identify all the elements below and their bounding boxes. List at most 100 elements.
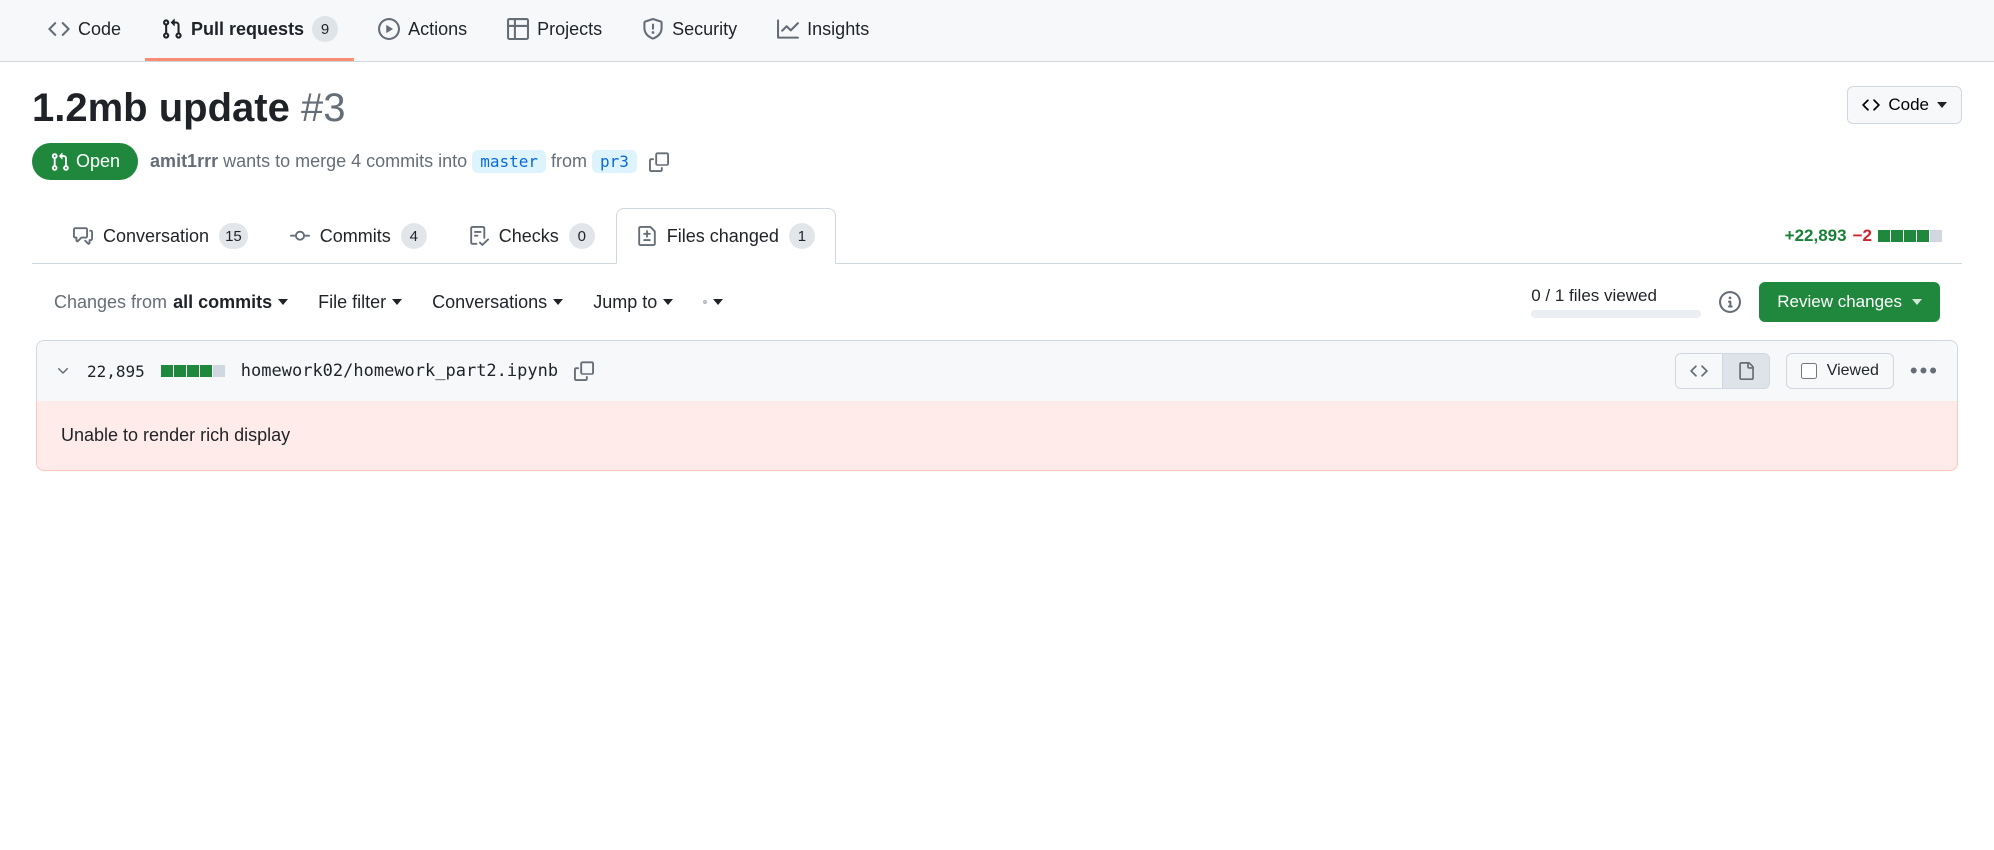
files-viewed-progress bbox=[1531, 310, 1701, 318]
graph-icon bbox=[777, 18, 799, 40]
tab-commits-label: Commits bbox=[320, 226, 391, 247]
nav-security[interactable]: Security bbox=[626, 0, 753, 61]
play-icon bbox=[378, 18, 400, 40]
commit-icon bbox=[290, 226, 310, 246]
nav-projects[interactable]: Projects bbox=[491, 0, 618, 61]
checks-count: 0 bbox=[569, 223, 595, 249]
comment-icon bbox=[73, 226, 93, 246]
tab-files-label: Files changed bbox=[667, 226, 779, 247]
commits-count: 4 bbox=[401, 223, 427, 249]
changes-from-label: Changes from bbox=[54, 292, 167, 313]
nav-actions-label: Actions bbox=[408, 19, 467, 40]
copy-path-icon[interactable] bbox=[574, 361, 594, 381]
diff-settings-button[interactable] bbox=[703, 292, 723, 312]
state-label: Open bbox=[76, 151, 120, 172]
error-text: Unable to render rich display bbox=[61, 425, 290, 445]
caret-down-icon bbox=[1937, 102, 1947, 108]
merge-text: amit1rrr wants to merge 4 commits into m… bbox=[150, 151, 637, 172]
caret-down-icon bbox=[392, 299, 402, 305]
diff-deletions: −2 bbox=[1853, 226, 1872, 246]
pr-header: 1.2mb update #3 Code bbox=[32, 86, 1962, 143]
caret-down-icon bbox=[278, 299, 288, 305]
diff-squares bbox=[1878, 230, 1942, 242]
changes-from-filter[interactable]: Changes from all commits bbox=[54, 292, 288, 313]
nav-code[interactable]: Code bbox=[32, 0, 137, 61]
kebab-icon[interactable]: ••• bbox=[1910, 358, 1939, 384]
conversation-count: 15 bbox=[219, 223, 248, 249]
nav-insights-label: Insights bbox=[807, 19, 869, 40]
code-icon bbox=[1862, 96, 1880, 114]
tab-files[interactable]: Files changed 1 bbox=[616, 208, 836, 264]
file-diff-squares bbox=[161, 365, 225, 377]
pulls-count: 9 bbox=[312, 16, 338, 42]
display-rich-button[interactable] bbox=[1722, 354, 1769, 388]
files-toolbar: Changes from all commits File filter Con… bbox=[32, 264, 1962, 340]
code-dropdown-button[interactable]: Code bbox=[1847, 86, 1962, 124]
nav-pulls[interactable]: Pull requests 9 bbox=[145, 0, 354, 61]
file-filter-label: File filter bbox=[318, 292, 386, 313]
viewed-toggle[interactable]: Viewed bbox=[1786, 353, 1894, 389]
chevron-down-icon[interactable] bbox=[55, 363, 71, 379]
pr-title-text: 1.2mb update bbox=[32, 86, 290, 130]
file-actions: Viewed ••• bbox=[1675, 353, 1939, 389]
diff-additions: +22,893 bbox=[1785, 226, 1847, 246]
file-diff-box: 22,895 homework02/homework_part2.ipynb bbox=[36, 340, 1958, 471]
files-count: 1 bbox=[789, 223, 815, 249]
nav-code-label: Code bbox=[78, 19, 121, 40]
jump-to-label: Jump to bbox=[593, 292, 657, 313]
file-filter[interactable]: File filter bbox=[318, 292, 402, 313]
pr-title: 1.2mb update #3 bbox=[32, 86, 345, 131]
tab-conversation-label: Conversation bbox=[103, 226, 209, 247]
files-viewed: 0 / 1 files viewed bbox=[1531, 286, 1701, 318]
conversations-label: Conversations bbox=[432, 292, 547, 313]
nav-actions[interactable]: Actions bbox=[362, 0, 483, 61]
jump-to-filter[interactable]: Jump to bbox=[593, 292, 673, 313]
merge-text-mid: from bbox=[546, 151, 592, 171]
diff-stats: +22,893 −2 bbox=[1785, 208, 1942, 263]
pr-number: #3 bbox=[301, 86, 346, 130]
nav-projects-label: Projects bbox=[537, 19, 602, 40]
state-badge: Open bbox=[32, 143, 138, 180]
code-icon bbox=[48, 18, 70, 40]
base-branch[interactable]: master bbox=[472, 150, 546, 173]
file-lines-changed: 22,895 bbox=[87, 362, 145, 381]
files-viewed-text: 0 / 1 files viewed bbox=[1531, 286, 1701, 306]
caret-down-icon bbox=[553, 299, 563, 305]
conversations-filter[interactable]: Conversations bbox=[432, 292, 563, 313]
nav-pulls-label: Pull requests bbox=[191, 19, 304, 40]
caret-down-icon bbox=[1912, 299, 1922, 305]
checklist-icon bbox=[469, 226, 489, 246]
display-toggle bbox=[1675, 353, 1770, 389]
display-source-button[interactable] bbox=[1676, 354, 1722, 388]
tab-checks[interactable]: Checks 0 bbox=[448, 208, 616, 264]
nav-insights[interactable]: Insights bbox=[761, 0, 885, 61]
file-diff-icon bbox=[637, 226, 657, 246]
code-button-label: Code bbox=[1888, 95, 1929, 115]
copy-icon[interactable] bbox=[649, 152, 669, 172]
pull-request-icon bbox=[161, 18, 183, 40]
table-icon bbox=[507, 18, 529, 40]
nav-security-label: Security bbox=[672, 19, 737, 40]
author-link[interactable]: amit1rrr bbox=[150, 151, 218, 171]
file-header: 22,895 homework02/homework_part2.ipynb bbox=[37, 341, 1957, 402]
pr-tabs: Conversation 15 Commits 4 Checks 0 Files… bbox=[32, 208, 1962, 264]
pull-request-icon bbox=[50, 152, 70, 172]
file-error-banner: Unable to render rich display bbox=[36, 401, 1958, 471]
tab-checks-label: Checks bbox=[499, 226, 559, 247]
review-changes-label: Review changes bbox=[1777, 292, 1902, 312]
tab-conversation[interactable]: Conversation 15 bbox=[52, 208, 269, 264]
tab-commits[interactable]: Commits 4 bbox=[269, 208, 448, 264]
repo-nav: Code Pull requests 9 Actions Projects Se… bbox=[0, 0, 1994, 62]
viewed-checkbox[interactable] bbox=[1801, 363, 1817, 379]
caret-down-icon bbox=[663, 299, 673, 305]
shield-icon bbox=[642, 18, 664, 40]
pr-meta: Open amit1rrr wants to merge 4 commits i… bbox=[32, 143, 1962, 180]
info-icon[interactable] bbox=[1719, 291, 1741, 313]
review-changes-button[interactable]: Review changes bbox=[1759, 282, 1940, 322]
caret-down-icon bbox=[713, 299, 723, 305]
changes-from-value: all commits bbox=[173, 292, 272, 313]
head-branch[interactable]: pr3 bbox=[592, 150, 637, 173]
merge-text-pre: wants to merge 4 commits into bbox=[218, 151, 472, 171]
viewed-label: Viewed bbox=[1827, 362, 1879, 380]
file-path[interactable]: homework02/homework_part2.ipynb bbox=[241, 361, 558, 381]
